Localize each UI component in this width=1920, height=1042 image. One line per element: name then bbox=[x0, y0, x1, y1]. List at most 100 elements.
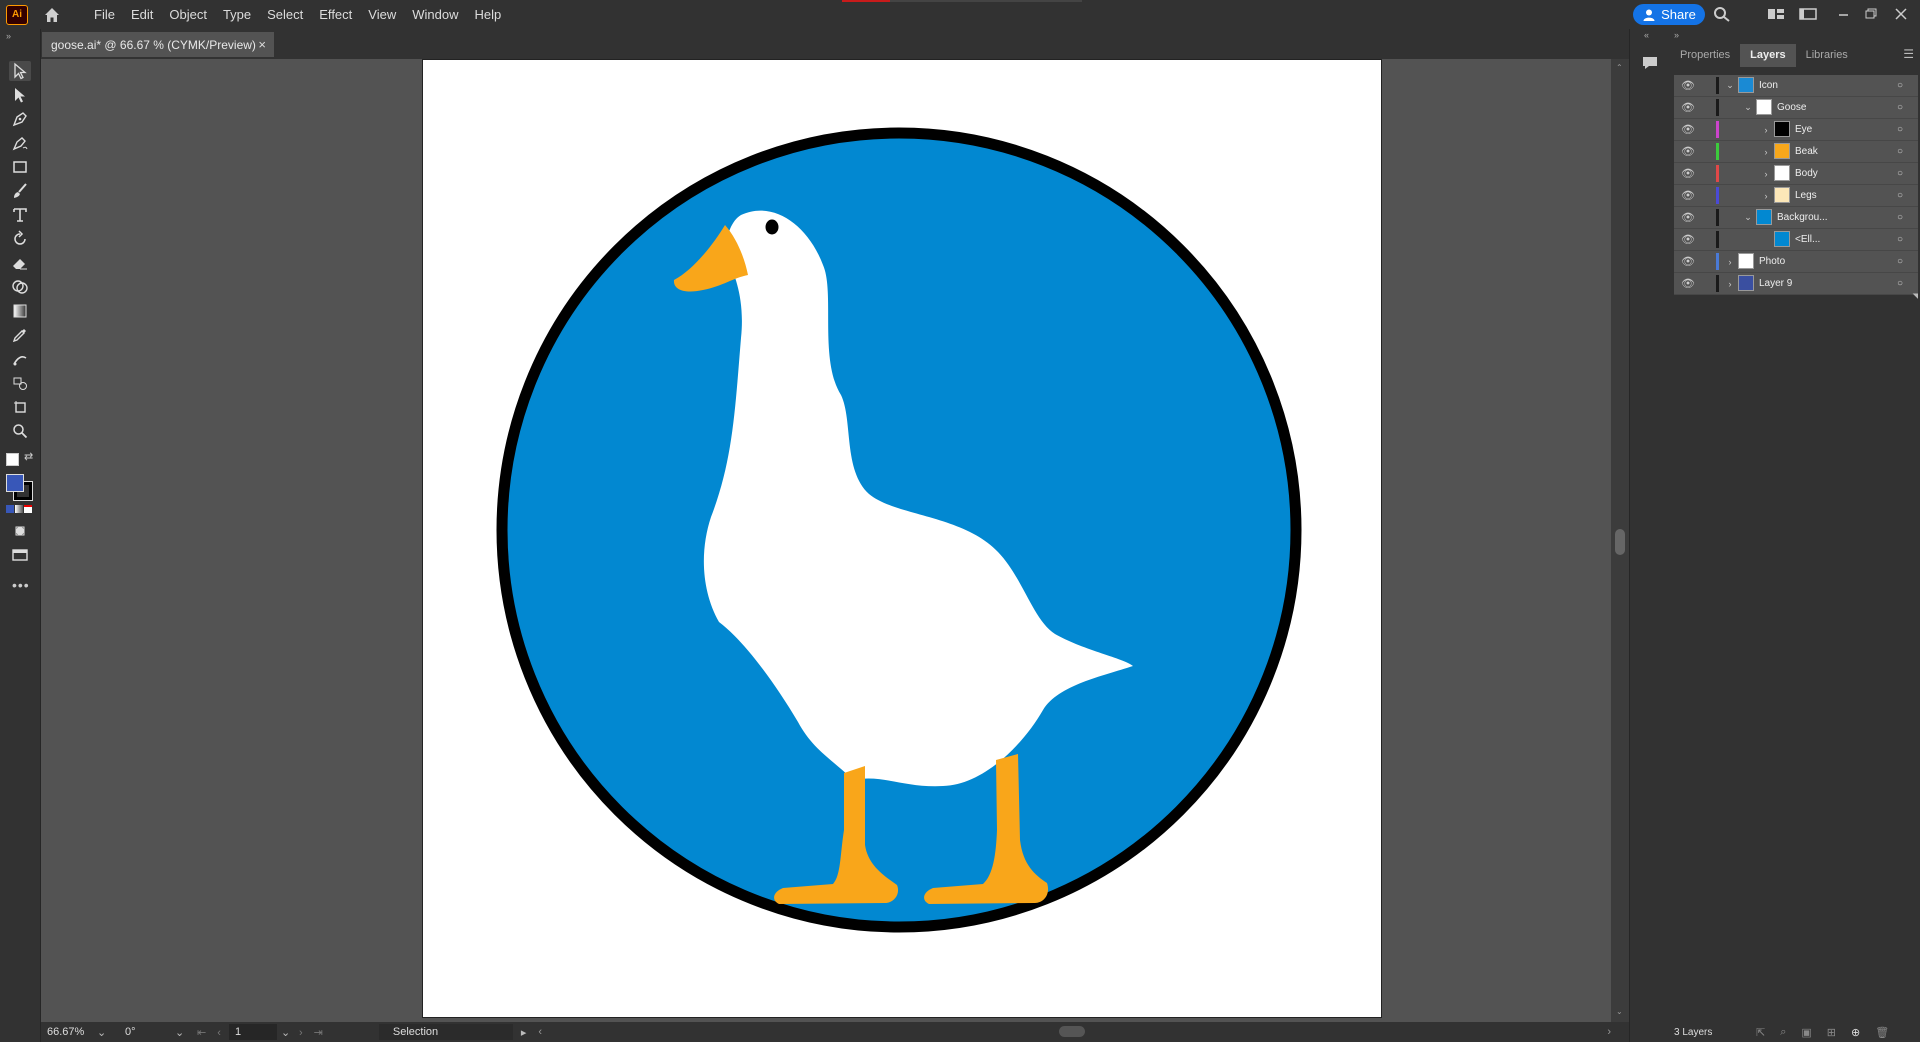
paintbrush-tool[interactable] bbox=[9, 181, 31, 201]
curvature-tool[interactable] bbox=[9, 133, 31, 153]
new-layer-icon[interactable]: ⊕ bbox=[1851, 1026, 1860, 1039]
close-tab-icon[interactable]: × bbox=[258, 37, 266, 52]
tab-layers[interactable]: Layers bbox=[1740, 44, 1796, 67]
artboard[interactable] bbox=[422, 59, 1382, 1018]
default-colors-icon[interactable] bbox=[6, 453, 19, 466]
collapse-toolbar-icon[interactable]: » bbox=[6, 31, 11, 41]
tab-libraries[interactable]: Libraries bbox=[1796, 44, 1858, 67]
menu-effect[interactable]: Effect bbox=[311, 7, 360, 22]
target-circle-icon[interactable]: ○ bbox=[1894, 141, 1906, 162]
menu-view[interactable]: View bbox=[360, 7, 404, 22]
layer-name[interactable]: Photo bbox=[1759, 251, 1785, 272]
scroll-up-icon[interactable]: ⌃ bbox=[1616, 63, 1623, 72]
goose-artwork[interactable] bbox=[423, 60, 1381, 1017]
target-circle-icon[interactable]: ○ bbox=[1894, 229, 1906, 250]
clipping-mask-icon[interactable]: ▣ bbox=[1801, 1026, 1811, 1039]
expand-chevron-icon[interactable]: ⌄ bbox=[1724, 75, 1736, 96]
arrange-documents-icon[interactable] bbox=[1767, 6, 1785, 22]
layer-row[interactable]: 👁 › Eye ○ bbox=[1674, 119, 1918, 141]
eyedropper-tool[interactable] bbox=[9, 325, 31, 345]
workspace-switcher-icon[interactable] bbox=[1799, 6, 1817, 22]
visibility-eye-icon[interactable]: 👁 bbox=[1680, 273, 1696, 294]
layer-name[interactable]: Layer 9 bbox=[1759, 273, 1792, 294]
menu-edit[interactable]: Edit bbox=[123, 7, 161, 22]
artboard-tool[interactable] bbox=[9, 397, 31, 417]
lock-toggle[interactable] bbox=[1700, 273, 1714, 294]
document-tab[interactable]: goose.ai* @ 66.67 % (CYMK/Preview) × bbox=[42, 32, 274, 57]
layer-row[interactable]: 👁 <Ell... ○ bbox=[1674, 229, 1918, 251]
layer-row[interactable]: 👁 › Beak ○ bbox=[1674, 141, 1918, 163]
visibility-eye-icon[interactable]: 👁 bbox=[1680, 119, 1696, 140]
panel-menu-icon[interactable]: ☰ bbox=[1903, 47, 1914, 61]
menu-object[interactable]: Object bbox=[161, 7, 215, 22]
expand-chevron-icon[interactable]: › bbox=[1760, 119, 1772, 140]
layer-row[interactable]: 👁 ⌄ Icon ○ bbox=[1674, 75, 1918, 97]
restore-icon[interactable] bbox=[1862, 6, 1880, 22]
expand-chevron-icon[interactable]: › bbox=[1760, 163, 1772, 184]
locate-object-icon[interactable]: ⌕ bbox=[1780, 1026, 1786, 1039]
target-circle-icon[interactable]: ○ bbox=[1894, 97, 1906, 118]
target-circle-icon[interactable]: ○ bbox=[1894, 163, 1906, 184]
layer-name[interactable]: Beak bbox=[1795, 141, 1818, 162]
lock-toggle[interactable] bbox=[1700, 185, 1714, 206]
visibility-eye-icon[interactable]: 👁 bbox=[1680, 163, 1696, 184]
more-tools-icon[interactable]: ••• bbox=[12, 577, 30, 593]
gradient-tool[interactable] bbox=[9, 301, 31, 321]
blend-tool[interactable] bbox=[9, 349, 31, 369]
layer-name[interactable]: Backgrou... bbox=[1777, 207, 1828, 228]
lock-toggle[interactable] bbox=[1700, 251, 1714, 272]
search-icon[interactable] bbox=[1713, 6, 1731, 22]
visibility-eye-icon[interactable]: 👁 bbox=[1680, 75, 1696, 96]
layer-row[interactable]: 👁 › Layer 9 ○ bbox=[1674, 273, 1918, 295]
close-window-icon[interactable] bbox=[1892, 6, 1910, 22]
canvas-area[interactable] bbox=[41, 59, 1611, 1022]
visibility-eye-icon[interactable]: 👁 bbox=[1680, 207, 1696, 228]
visibility-eye-icon[interactable]: 👁 bbox=[1680, 251, 1696, 272]
visibility-eye-icon[interactable]: 👁 bbox=[1680, 97, 1696, 118]
target-circle-icon[interactable]: ○ bbox=[1894, 119, 1906, 140]
menu-window[interactable]: Window bbox=[404, 7, 466, 22]
expand-panels-icon[interactable]: « bbox=[1644, 30, 1649, 40]
lock-toggle[interactable] bbox=[1700, 163, 1714, 184]
target-circle-icon[interactable]: ○ bbox=[1894, 273, 1906, 294]
layer-row[interactable]: 👁 › Photo ○ bbox=[1674, 251, 1918, 273]
menu-help[interactable]: Help bbox=[466, 7, 509, 22]
zoom-field[interactable]: 66.67% bbox=[41, 1024, 97, 1040]
symbol-sprayer-tool[interactable] bbox=[9, 373, 31, 393]
color-mode-icon[interactable] bbox=[6, 505, 14, 513]
none-mode-icon[interactable] bbox=[24, 505, 32, 513]
goose-eye[interactable] bbox=[765, 219, 779, 235]
layer-name[interactable]: <Ell... bbox=[1795, 229, 1820, 250]
vertical-scrollbar[interactable]: ⌃ ⌄ bbox=[1611, 59, 1629, 1022]
lock-toggle[interactable] bbox=[1700, 75, 1714, 96]
layer-row[interactable]: 👁 ⌄ Goose ○ bbox=[1674, 97, 1918, 119]
target-circle-icon[interactable]: ○ bbox=[1894, 251, 1906, 272]
direct-selection-tool[interactable] bbox=[9, 85, 31, 105]
menu-select[interactable]: Select bbox=[259, 7, 311, 22]
lock-toggle[interactable] bbox=[1700, 229, 1714, 250]
scroll-right-icon[interactable]: › bbox=[1607, 1026, 1611, 1038]
layer-row[interactable]: 👁 › Body ○ bbox=[1674, 163, 1918, 185]
type-tool[interactable] bbox=[9, 205, 31, 225]
scroll-left-icon[interactable]: ‹ bbox=[538, 1026, 542, 1038]
rotation-dropdown-icon[interactable]: ⌄ bbox=[175, 1026, 189, 1039]
lock-toggle[interactable] bbox=[1700, 141, 1714, 162]
lock-toggle[interactable] bbox=[1700, 119, 1714, 140]
layer-row[interactable]: 👁 ⌄ Backgrou... ○ bbox=[1674, 207, 1918, 229]
target-circle-icon[interactable]: ○ bbox=[1894, 207, 1906, 228]
layer-name[interactable]: Legs bbox=[1795, 185, 1817, 206]
rotate-tool[interactable] bbox=[9, 229, 31, 249]
home-icon[interactable] bbox=[42, 5, 62, 25]
eraser-tool[interactable] bbox=[9, 253, 31, 273]
expand-chevron-icon[interactable]: › bbox=[1724, 251, 1736, 272]
layer-name[interactable]: Goose bbox=[1777, 97, 1806, 118]
expand-chevron-icon[interactable]: ⌄ bbox=[1742, 97, 1754, 118]
shape-builder-tool[interactable] bbox=[9, 277, 31, 297]
expand-chevron-icon[interactable]: ⌄ bbox=[1742, 207, 1754, 228]
delete-layer-icon[interactable]: 🗑 bbox=[1875, 1026, 1889, 1039]
vertical-scroll-thumb[interactable] bbox=[1615, 529, 1625, 555]
layer-name[interactable]: Icon bbox=[1759, 75, 1778, 96]
lock-toggle[interactable] bbox=[1700, 207, 1714, 228]
resize-corner-icon[interactable]: ◥ bbox=[1913, 292, 1918, 300]
swap-colors-icon[interactable]: ⇄ bbox=[24, 450, 33, 463]
